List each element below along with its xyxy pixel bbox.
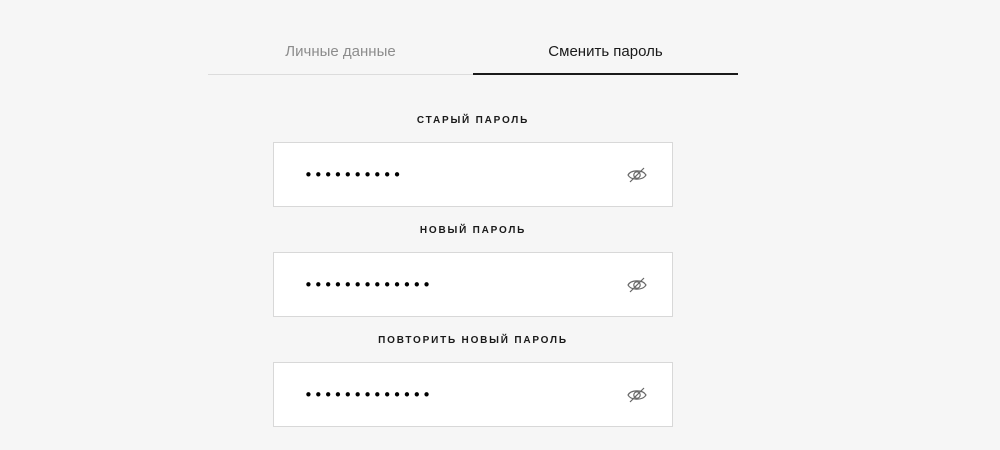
eye-slash-icon[interactable] bbox=[626, 276, 648, 294]
new-password-input[interactable] bbox=[304, 253, 614, 316]
change-password-form: СТАРЫЙ ПАРОЛЬ НОВЫЙ ПАРОЛЬ bbox=[273, 112, 673, 427]
new-password-label: НОВЫЙ ПАРОЛЬ bbox=[419, 225, 527, 236]
old-password-label: СТАРЫЙ ПАРОЛЬ bbox=[416, 115, 530, 126]
profile-tabs: Личные данные Сменить пароль bbox=[208, 36, 738, 75]
old-password-input[interactable] bbox=[304, 143, 614, 206]
eye-slash-icon[interactable] bbox=[626, 166, 648, 184]
tab-personal-data[interactable]: Личные данные bbox=[208, 36, 473, 74]
eye-slash-icon[interactable] bbox=[626, 386, 648, 404]
old-password-field bbox=[273, 142, 673, 207]
repeat-password-input[interactable] bbox=[304, 363, 614, 426]
change-password-page: Личные данные Сменить пароль СТАРЫЙ ПАРО… bbox=[0, 0, 1000, 450]
new-password-field bbox=[273, 252, 673, 317]
tab-change-password[interactable]: Сменить пароль bbox=[473, 36, 738, 75]
repeat-password-label: ПОВТОРИТЬ НОВЫЙ ПАРОЛЬ bbox=[378, 335, 568, 346]
repeat-password-field bbox=[273, 362, 673, 427]
